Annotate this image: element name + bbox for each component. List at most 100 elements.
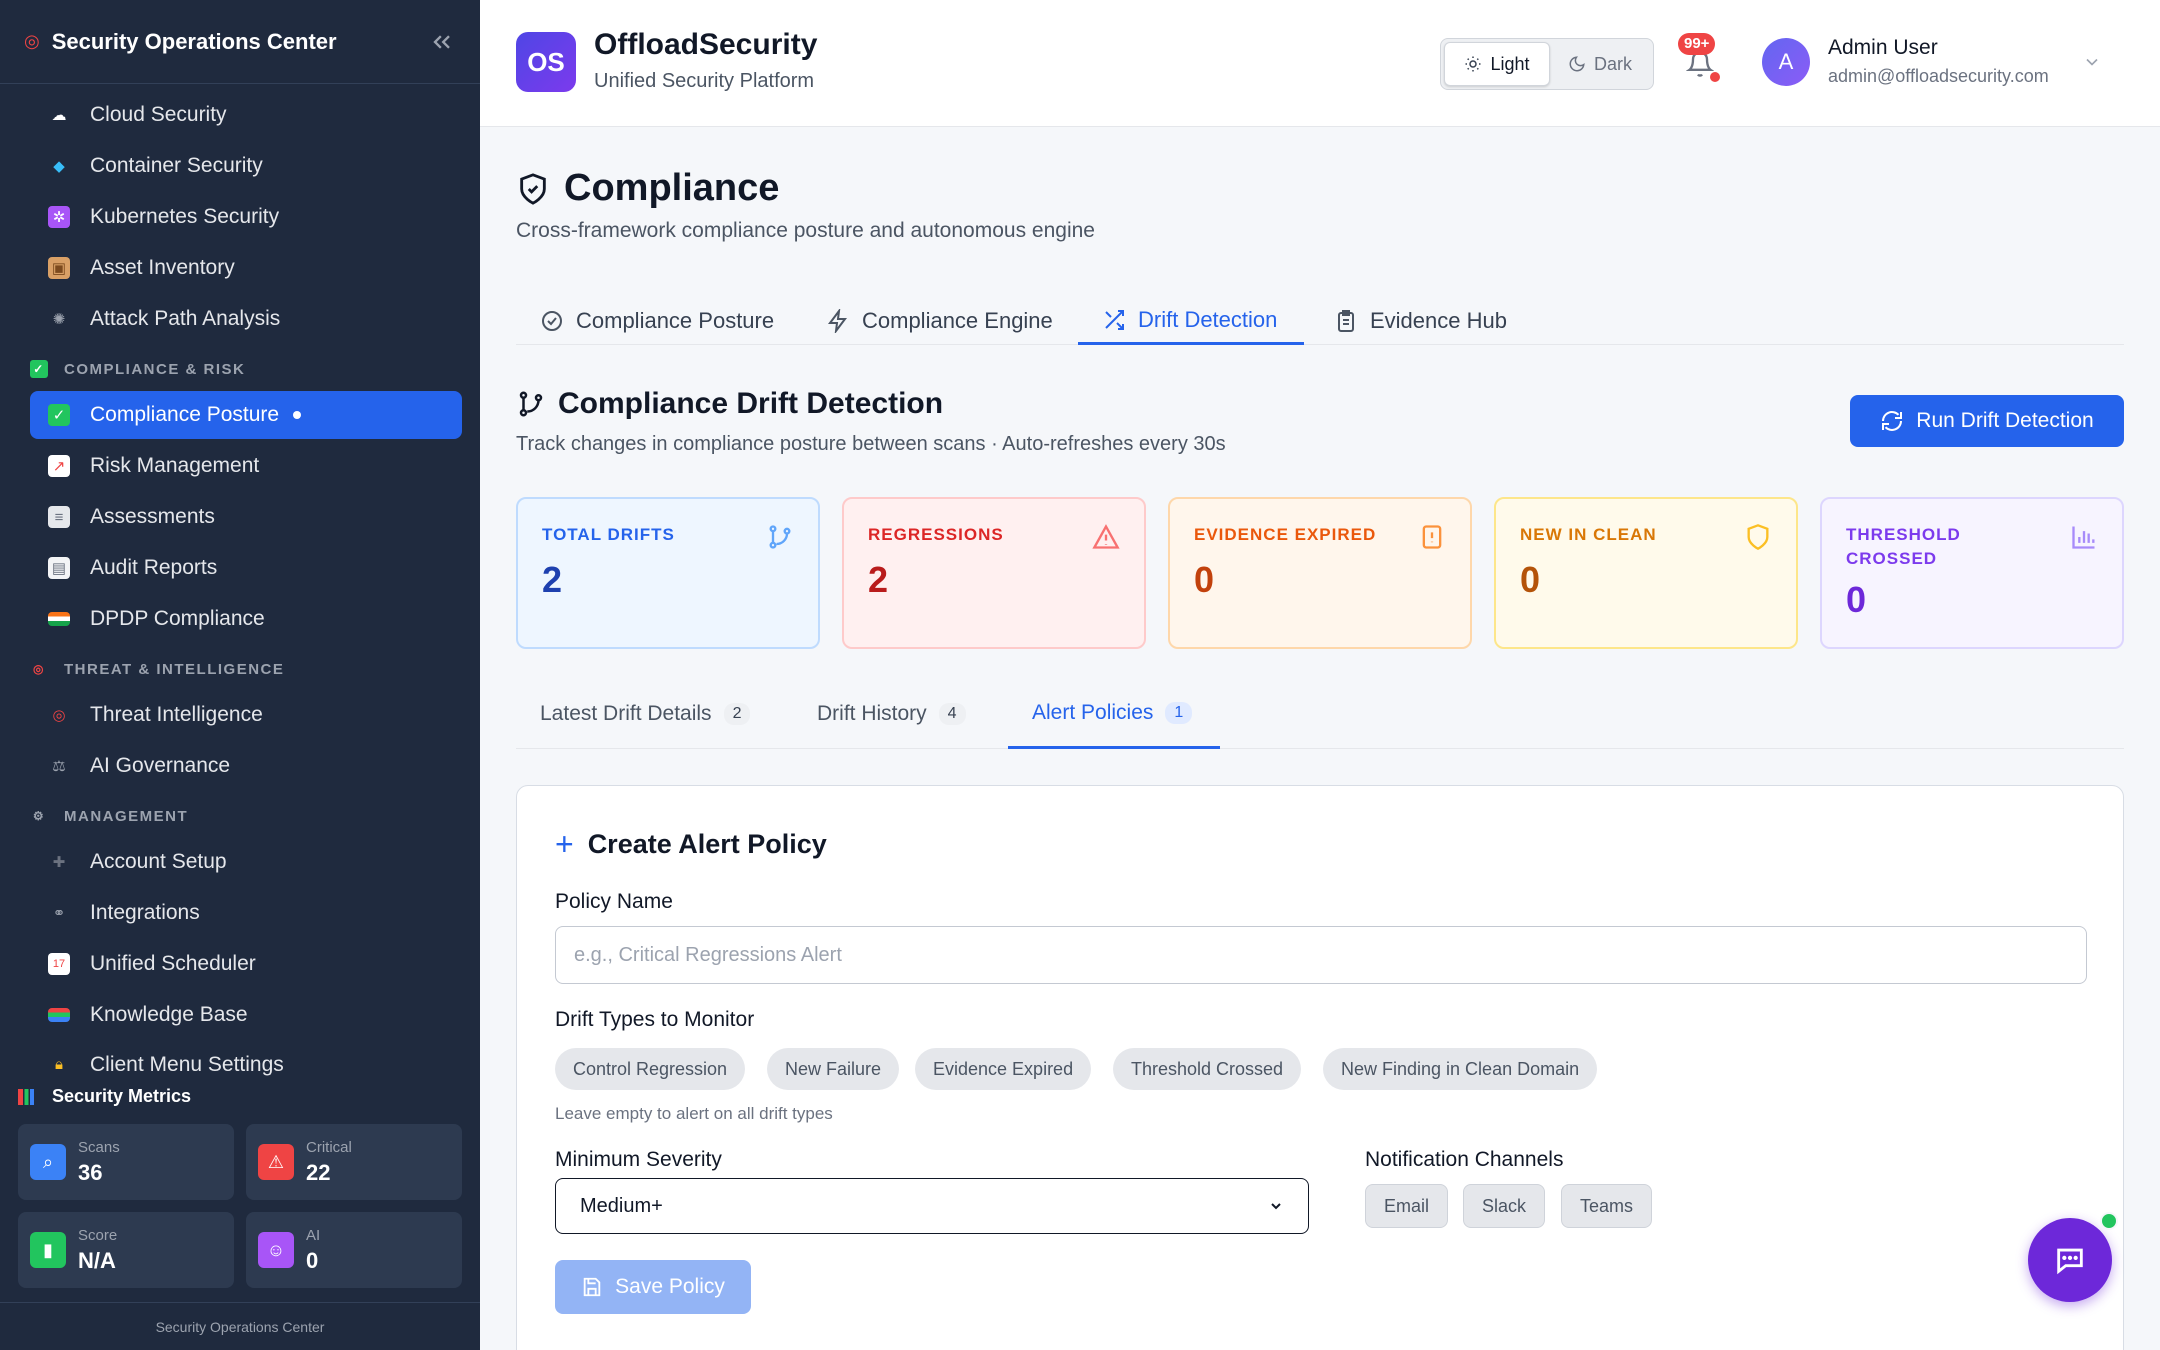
metric-value: 36	[78, 1159, 103, 1185]
chevron-down-icon	[1271, 1203, 1281, 1210]
save-policy-button[interactable]: Save Policy	[555, 1260, 751, 1314]
stat-value: 0	[1520, 559, 1541, 600]
sidebar-item-ai-governance[interactable]: ⚖ AI Governance	[30, 742, 462, 790]
user-info[interactable]: Admin User admin@offloadsecurity.com	[1828, 36, 2049, 87]
metric-value: N/A	[78, 1247, 116, 1273]
brand-tagline: Unified Security Platform	[594, 70, 815, 92]
drift-type-chip[interactable]: Control Regression	[555, 1048, 746, 1090]
stat-label: REGRESSIONS	[868, 525, 1004, 544]
policy-name-input[interactable]	[555, 926, 2087, 984]
subtab-alert-policies[interactable]: Alert Policies 1	[1008, 679, 1220, 749]
check-icon: ✓	[30, 360, 48, 378]
policy-name-label: Policy Name	[555, 890, 673, 913]
brand-logo[interactable]: OS	[516, 32, 576, 92]
security-metrics-title: Security Metrics	[18, 1086, 191, 1107]
theme-dark-button[interactable]: Dark	[1550, 42, 1650, 86]
sidebar-title: Security Operations Center	[51, 28, 337, 54]
cloud-icon: ☁	[51, 107, 67, 124]
shield-check-icon	[520, 172, 546, 205]
bar-chart-icon	[18, 1088, 34, 1105]
page-title-text: Compliance	[564, 167, 780, 209]
sidebar-item-client-menu-settings[interactable]: 🔒︎ Client Menu Settings	[30, 1042, 462, 1078]
metrics-title-label: Security Metrics	[52, 1086, 192, 1106]
moon-icon	[1569, 56, 1585, 72]
sidebar-item-attack-path-analysis[interactable]: ✺ Attack Path Analysis	[30, 295, 462, 343]
stat-label: TOTAL DRIFTS	[542, 525, 675, 544]
sidebar-item-asset-inventory[interactable]: ▣ Asset Inventory	[30, 244, 462, 292]
sidebar-item-threat-intelligence[interactable]: ◎ Threat Intelligence	[30, 691, 462, 739]
theme-dark-label: Dark	[1593, 53, 1632, 74]
tab-evidence-hub[interactable]: Evidence Hub	[1310, 297, 1531, 345]
sidebar-item-label: Assessments	[90, 505, 215, 528]
sidebar-item-account-setup[interactable]: ✚ Account Setup	[30, 838, 462, 886]
tab-drift-detection[interactable]: Drift Detection	[1078, 297, 1304, 345]
avatar[interactable]: A	[1762, 38, 1810, 86]
sidebar-item-knowledge-base[interactable]: Knowledge Base	[30, 991, 462, 1039]
books-icon	[48, 1008, 70, 1022]
sidebar-item-kubernetes-security[interactable]: ✲ Kubernetes Security	[30, 193, 462, 241]
stat-card-regressions: REGRESSIONS 2	[842, 497, 1146, 649]
stat-label: THRESHOLD CROSSED	[1846, 525, 1961, 568]
plus-icon: +	[555, 826, 574, 862]
channel-email-button[interactable]: Email	[1365, 1184, 1449, 1228]
sidebar-item-assessments[interactable]: ≡ Assessments	[30, 493, 462, 541]
metric-label: Score	[78, 1226, 118, 1244]
sun-icon	[1465, 56, 1481, 72]
run-drift-detection-button[interactable]: Run Drift Detection	[1850, 395, 2124, 447]
sidebar-item-risk-management[interactable]: ↗ Risk Management	[30, 442, 462, 490]
clipboard-icon	[1338, 310, 1354, 332]
online-status-dot	[2100, 1212, 2118, 1230]
notification-channels-label: Notification Channels	[1365, 1148, 1564, 1171]
chat-icon	[2057, 1248, 2083, 1275]
robot-icon: ☺	[258, 1232, 294, 1268]
subtab-drift-history[interactable]: Drift History 4	[793, 679, 990, 749]
channel-slack-button[interactable]: Slack	[1463, 1184, 1546, 1228]
drift-type-chip[interactable]: Evidence Expired	[915, 1048, 1092, 1090]
tab-compliance-engine[interactable]: Compliance Engine	[802, 297, 1077, 345]
subtab-latest-drift-details[interactable]: Latest Drift Details 2	[516, 679, 774, 749]
sidebar-item-label: Kubernetes Security	[90, 205, 280, 228]
minimum-severity-select[interactable]: Medium+	[555, 1178, 1309, 1234]
tab-label: Drift Detection	[1138, 306, 1278, 332]
drift-type-chip[interactable]: New Failure	[767, 1048, 900, 1090]
sidebar-item-cloud-security[interactable]: ☁ Cloud Security	[30, 91, 462, 139]
sidebar-item-compliance-posture[interactable]: ✓ Compliance Posture	[30, 391, 462, 439]
stat-card-new-in-clean: NEW IN CLEAN 0	[1494, 497, 1798, 649]
plus-icon: ✚	[52, 854, 66, 871]
section-threat-intelligence: ◎ THREAT & INTELLIGENCE	[30, 660, 284, 678]
theme-toggle: Light Dark	[1440, 38, 1654, 90]
tab-compliance-posture[interactable]: Compliance Posture	[516, 297, 798, 345]
subtab-count: 1	[1165, 701, 1193, 724]
sidebar-item-audit-reports[interactable]: ▤ Audit Reports	[30, 544, 462, 592]
target-icon: ◎	[52, 707, 66, 724]
create-alert-policy-title: + Create Alert Policy	[555, 826, 827, 863]
git-branch-icon	[519, 391, 543, 417]
create-alert-policy-panel: + Create Alert Policy Policy Name Drift T…	[516, 785, 2124, 1350]
sidebar-item-container-security[interactable]: ◆ Container Security	[30, 142, 462, 190]
sidebar-item-label: Cloud Security	[90, 103, 227, 126]
drift-types-hint: Leave empty to alert on all drift types	[555, 1104, 833, 1123]
section-label: COMPLIANCE & RISK	[64, 360, 246, 378]
drift-type-chip[interactable]: Threshold Crossed	[1113, 1048, 1302, 1090]
channel-teams-button[interactable]: Teams	[1561, 1184, 1653, 1228]
link-icon: ⚭	[52, 905, 66, 922]
panel-title-text: Create Alert Policy	[587, 829, 827, 859]
collapse-sidebar-icon[interactable]	[428, 28, 456, 56]
theme-light-button[interactable]: Light	[1444, 42, 1550, 86]
chart-icon: ↗	[48, 455, 70, 477]
notification-dot	[1710, 72, 1720, 82]
sidebar-item-label: AI Governance	[90, 754, 231, 777]
subtab-label: Latest Drift Details	[540, 702, 712, 725]
user-name: Admin User	[1828, 36, 1938, 59]
stat-card-total-drifts: TOTAL DRIFTS 2	[516, 497, 820, 649]
sidebar-item-unified-scheduler[interactable]: 17 Unified Scheduler	[30, 940, 462, 988]
drift-type-chip[interactable]: New Finding in Clean Domain	[1323, 1048, 1598, 1090]
drift-title-text: Compliance Drift Detection	[558, 387, 944, 420]
chat-button[interactable]	[2028, 1218, 2112, 1302]
calendar-icon: 17	[48, 953, 70, 975]
sidebar-item-integrations[interactable]: ⚭ Integrations	[30, 889, 462, 937]
save-icon	[583, 1277, 601, 1297]
tab-label: Compliance Posture	[576, 308, 775, 333]
chevron-down-icon[interactable]	[2082, 52, 2102, 72]
sidebar-item-dpdp-compliance[interactable]: DPDP Compliance	[30, 595, 462, 643]
